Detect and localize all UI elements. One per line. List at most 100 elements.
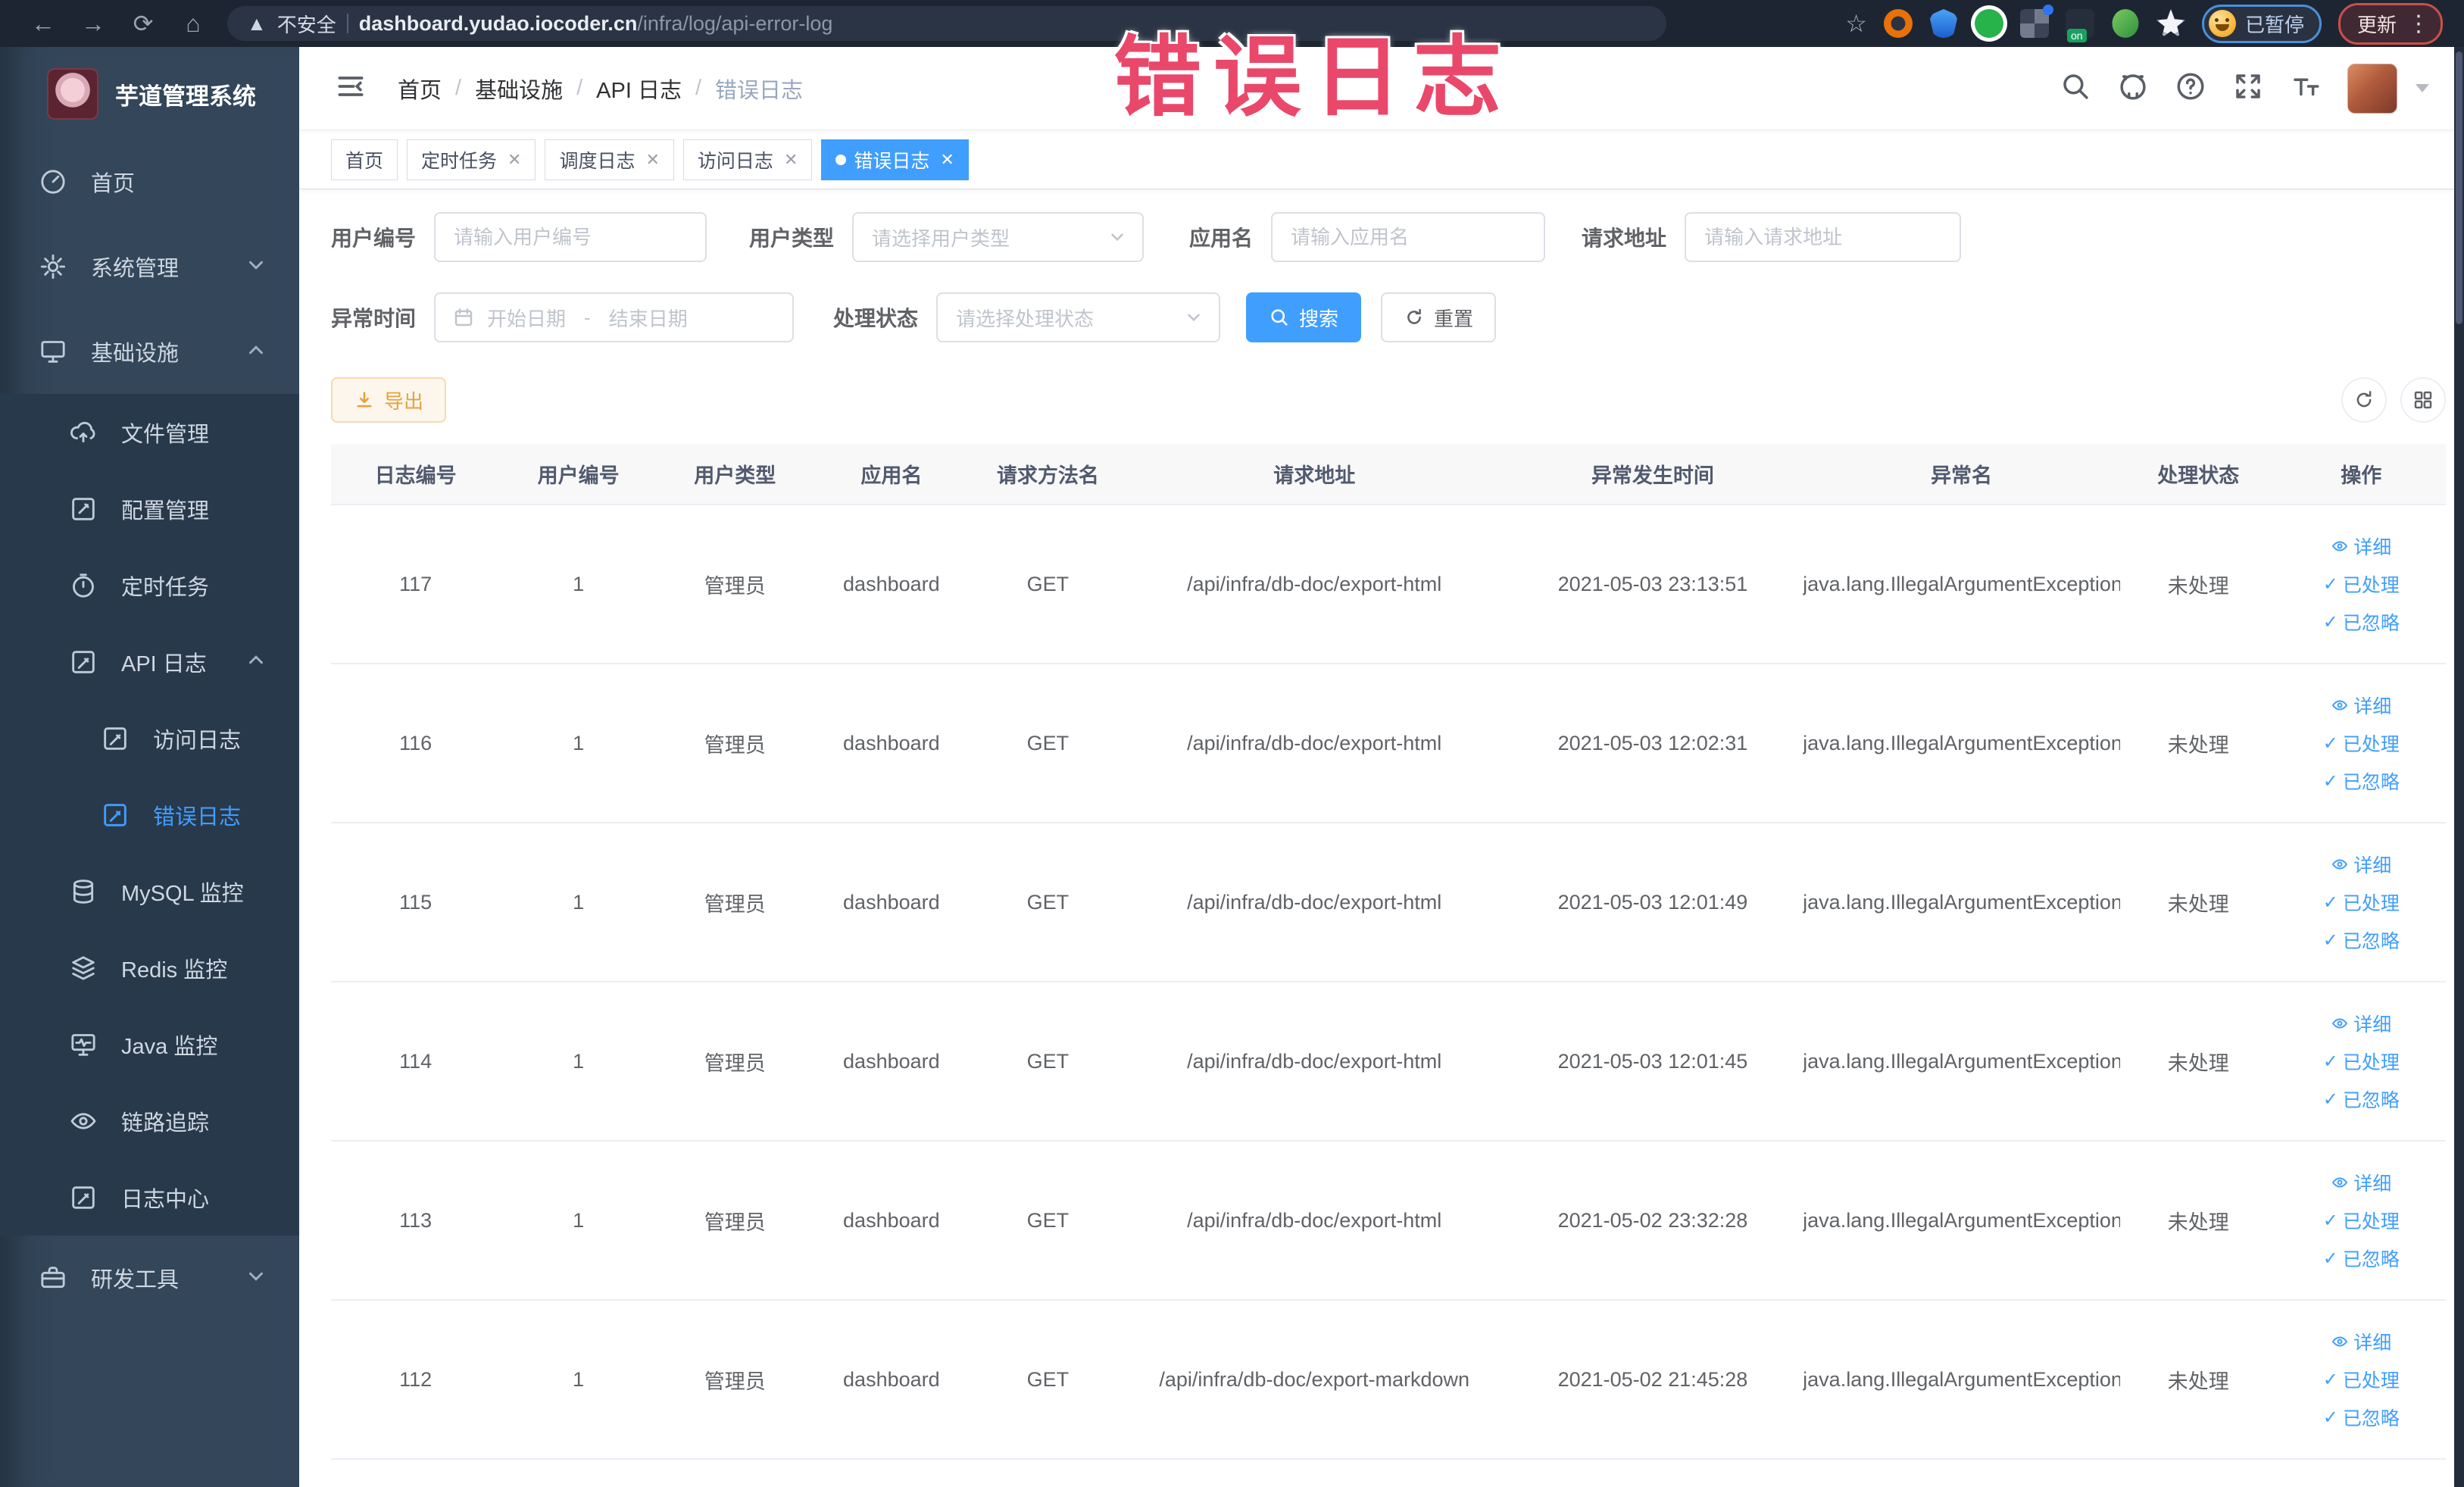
sidebar-item-java-monitor[interactable]: Java 监控: [0, 1006, 299, 1082]
detail-link[interactable]: 详细: [2331, 1010, 2391, 1037]
check-icon: ✓: [2322, 770, 2338, 792]
detail-link[interactable]: 详细: [2331, 1169, 2391, 1196]
ignored-link[interactable]: ✓ 已忽略: [2323, 926, 2400, 954]
github-icon[interactable]: [2117, 70, 2149, 106]
reload-icon[interactable]: ⟳: [121, 6, 165, 41]
column-settings-button[interactable]: [2400, 377, 2446, 423]
font-size-icon[interactable]: [2290, 70, 2322, 106]
address-bar[interactable]: ▲ 不安全 dashboard.yudao.iocoder.cn/infra/l…: [227, 6, 1666, 41]
tab-access-log[interactable]: 访问日志 ✕: [682, 139, 813, 180]
profile-paused-badge[interactable]: 已暂停: [2201, 4, 2322, 43]
sidebar-item-system[interactable]: 系统管理: [0, 224, 299, 309]
extension-icon-green-v[interactable]: [1974, 9, 2003, 38]
cell-exception: java.lang.IllegalArgumentException: [1803, 982, 2120, 1142]
extension-icon-dark-on[interactable]: on: [2065, 9, 2094, 42]
ignored-link[interactable]: ✓ 已忽略: [2323, 1404, 2400, 1431]
back-icon[interactable]: ←: [21, 6, 65, 41]
close-icon[interactable]: ✕: [940, 150, 954, 170]
processed-link[interactable]: ✓ 已处理: [2323, 729, 2400, 757]
tab-home[interactable]: 首页: [331, 139, 398, 180]
cell-log-id: 113: [331, 1141, 501, 1301]
date-range-input[interactable]: 开始日期 - 结束日期: [434, 292, 795, 342]
chevron-down-icon: [245, 254, 267, 280]
close-icon[interactable]: ✕: [645, 150, 659, 170]
breadcrumb-item[interactable]: 首页: [398, 73, 442, 105]
search-icon[interactable]: [2060, 70, 2091, 106]
cell-exception: java.lang.IllegalArgumentException: [1803, 505, 2120, 664]
process-status-select[interactable]: 请选择处理状态: [936, 292, 1221, 342]
check-icon: ✓: [2322, 929, 2338, 951]
ignored-link[interactable]: ✓ 已忽略: [2323, 1245, 2400, 1272]
sidebar-item-mysql-monitor[interactable]: MySQL 监控: [0, 853, 299, 929]
extension-icon-grid[interactable]: [2019, 5, 2053, 38]
search-button[interactable]: 搜索: [1246, 292, 1362, 342]
app-title: 芋道管理系统: [115, 83, 256, 110]
processed-link[interactable]: ✓ 已处理: [2323, 1366, 2400, 1393]
detail-link[interactable]: 详细: [2331, 692, 2391, 719]
processed-link[interactable]: ✓ 已处理: [2323, 1207, 2400, 1234]
sidebar-item-log-center[interactable]: 日志中心: [0, 1159, 299, 1236]
filter-label: 处理状态: [833, 307, 919, 330]
user-id-input[interactable]: [434, 212, 707, 262]
extension-icon-orange[interactable]: [1883, 9, 1913, 38]
fullscreen-icon[interactable]: [2232, 70, 2264, 106]
user-avatar[interactable]: [2347, 63, 2397, 114]
home-icon[interactable]: ⌂: [171, 6, 215, 41]
processed-link[interactable]: ✓ 已处理: [2323, 570, 2400, 598]
kebab-menu-icon[interactable]: ⋮: [2407, 11, 2430, 37]
cell-time: 2021-05-02 23:32:28: [1502, 1141, 1803, 1301]
avatar-caret-icon[interactable]: [2416, 84, 2429, 92]
detail-link[interactable]: 详细: [2331, 851, 2391, 878]
sidebar-item-home[interactable]: 首页: [0, 139, 299, 224]
sidebar-collapse-icon[interactable]: [334, 70, 367, 107]
tab-schedule-log[interactable]: 调度日志 ✕: [545, 139, 674, 180]
cell-user-type: 管理员: [656, 664, 814, 823]
close-icon[interactable]: ✕: [507, 150, 521, 170]
breadcrumb-item[interactable]: 基础设施: [475, 73, 563, 105]
extension-icon-blue-shield[interactable]: [1928, 9, 1958, 38]
close-icon[interactable]: ✕: [784, 150, 798, 170]
cell-time: 2021-05-03 12:01:45: [1502, 982, 1803, 1142]
sidebar-item-scheduled-tasks[interactable]: 定时任务: [0, 547, 299, 623]
export-button[interactable]: 导出: [331, 377, 447, 423]
detail-link[interactable]: 详细: [2331, 533, 2391, 560]
request-url-input[interactable]: [1685, 212, 1962, 262]
sidebar-item-tracing[interactable]: 链路追踪: [0, 1082, 299, 1159]
sidebar-item-error-log[interactable]: 错误日志: [0, 776, 299, 853]
extension-icon-puzzle[interactable]: [2156, 9, 2185, 38]
refresh-button[interactable]: [2341, 377, 2387, 423]
sidebar-item-file-management[interactable]: 文件管理: [0, 394, 299, 470]
sidebar-item-config-management[interactable]: 配置管理: [0, 470, 299, 547]
breadcrumb-item-current: 错误日志: [715, 78, 804, 103]
database-icon: [73, 879, 94, 904]
browser-update-button[interactable]: 更新 ⋮: [2338, 2, 2443, 45]
ignored-link[interactable]: ✓ 已忽略: [2323, 767, 2400, 795]
processed-link[interactable]: ✓ 已处理: [2323, 1048, 2400, 1075]
cell-app: dashboard: [813, 982, 970, 1142]
eye-icon: [2332, 1336, 2348, 1347]
sidebar-item-access-log[interactable]: 访问日志: [0, 700, 299, 776]
extension-icon-leaf[interactable]: [2112, 9, 2139, 38]
sidebar-item-redis-monitor[interactable]: Redis 监控: [0, 929, 299, 1006]
sidebar-item-infrastructure[interactable]: 基础设施: [0, 309, 299, 394]
browser-scrollbar[interactable]: [2454, 47, 2464, 1487]
ignored-link[interactable]: ✓ 已忽略: [2323, 1086, 2400, 1113]
breadcrumb-item[interactable]: API 日志: [596, 73, 682, 105]
tab-scheduled-tasks[interactable]: 定时任务 ✕: [407, 139, 536, 180]
infrastructure-submenu: 文件管理 配置管理 定时任务 API 日志 访问日志 错误日志 MySQL 监控…: [0, 394, 299, 1236]
sidebar-item-api-log[interactable]: API 日志: [0, 623, 299, 700]
forward-icon[interactable]: →: [71, 6, 115, 41]
tab-error-log[interactable]: 错误日志 ✕: [821, 139, 969, 180]
detail-link[interactable]: 详细: [2331, 1328, 2391, 1355]
app-name-input[interactable]: [1271, 212, 1546, 262]
reset-button[interactable]: 重置: [1381, 292, 1497, 342]
help-icon[interactable]: [2175, 70, 2206, 106]
user-type-select[interactable]: 请选择用户类型: [852, 212, 1145, 262]
bookmark-star-icon[interactable]: ☆: [1845, 9, 1867, 38]
processed-link[interactable]: ✓ 已处理: [2323, 889, 2400, 916]
sidebar-item-dev-tools[interactable]: 研发工具: [0, 1236, 299, 1320]
eye-icon: [70, 1112, 96, 1129]
ignored-link[interactable]: ✓ 已忽略: [2323, 608, 2400, 636]
scrollbar-thumb[interactable]: [2456, 52, 2462, 324]
logo-row[interactable]: 芋道管理系统: [0, 47, 299, 139]
